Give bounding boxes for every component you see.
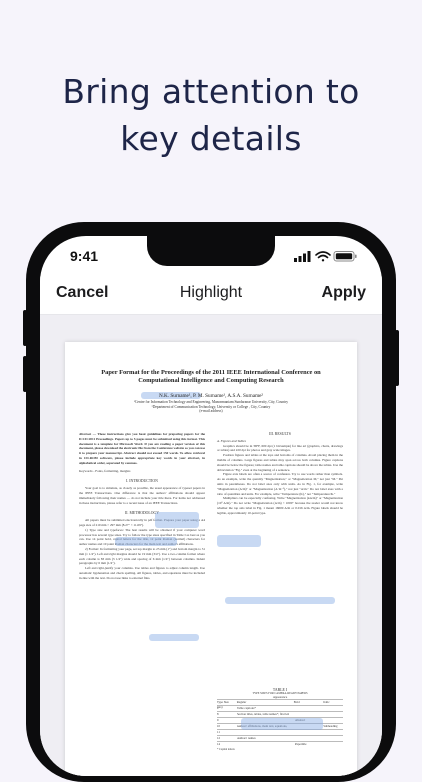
document-viewer[interactable]: Paper Format for the Proceedings of the … bbox=[40, 315, 382, 776]
left-column: Abstract — These instructions give you b… bbox=[79, 432, 205, 581]
abstract: Abstract — These instructions give you b… bbox=[79, 432, 205, 465]
highlight-mark[interactable] bbox=[155, 512, 199, 528]
phone-volume-button bbox=[23, 310, 27, 346]
table-header-cell: Type Size (pts) bbox=[217, 700, 229, 709]
results-text: Figure axis labels are often a source of… bbox=[217, 472, 343, 496]
phone-notch bbox=[147, 236, 275, 266]
results-text: Position figures and tables at the tops … bbox=[217, 453, 343, 472]
table-header-row: Type Size (pts) Regular Bold Italic bbox=[217, 699, 343, 709]
cellular-signal-icon bbox=[294, 251, 311, 262]
method-subsection: Left and right-justify your columns. Use… bbox=[79, 566, 205, 580]
headline-line-2: key details bbox=[120, 119, 302, 158]
results-text: Multipliers can be especially confusing.… bbox=[217, 496, 343, 515]
section-heading: I. INTRODUCTION bbox=[126, 479, 158, 484]
cancel-button[interactable]: Cancel bbox=[56, 284, 108, 302]
keywords: Keywords - Fonts, formatting, margins bbox=[79, 468, 131, 473]
paper-title: Paper Format for the Proceedings of the … bbox=[101, 369, 321, 384]
highlight-mark[interactable] bbox=[115, 537, 177, 546]
highlight-mark[interactable] bbox=[217, 535, 261, 547]
document-page[interactable]: Paper Format for the Proceedings of the … bbox=[65, 342, 357, 776]
status-icons bbox=[294, 249, 358, 262]
paper-affiliations: ¹Centre for Information Technology and E… bbox=[85, 400, 337, 414]
phone-volume-button bbox=[23, 356, 27, 392]
results-text: Graphics should be in TIFF, 600 dpi (1 b… bbox=[217, 443, 343, 453]
battery-icon bbox=[333, 251, 357, 262]
intro-text: Your goal is to simulate, as closely as … bbox=[79, 486, 205, 505]
marketing-headline: Bring attention to key details bbox=[0, 68, 422, 162]
table-header-cell: Regular bbox=[236, 700, 247, 704]
highlight-mark[interactable] bbox=[225, 597, 335, 604]
apply-button[interactable]: Apply bbox=[322, 284, 366, 302]
headline-line-1: Bring attention to bbox=[62, 72, 360, 111]
phone-screen: 9:41 Highlight Cancel Apply Paper Format… bbox=[40, 236, 382, 776]
table-header-cell: Bold bbox=[293, 700, 300, 704]
phone-power-button bbox=[395, 330, 399, 386]
right-column: III. RESULTS A. Figures and Tables Graph… bbox=[217, 432, 343, 516]
section-heading: III. RESULTS bbox=[269, 432, 291, 436]
highlight-mark[interactable] bbox=[149, 634, 199, 641]
navigation-bar: Highlight Cancel Apply bbox=[40, 276, 382, 315]
status-time: 9:41 bbox=[70, 248, 99, 264]
affiliation-email: (e-mail address) bbox=[199, 409, 223, 414]
method-subsection: 2) Format: In formatting your page, set … bbox=[79, 546, 205, 566]
paper-authors: N.K. Surname¹, P. M. Surname¹, A.S.A. Su… bbox=[159, 393, 263, 399]
wifi-icon bbox=[315, 251, 331, 262]
table-row: 14 Papertitle bbox=[217, 741, 343, 747]
table-header-cell: Italic bbox=[323, 700, 330, 704]
highlight-mark[interactable] bbox=[241, 718, 323, 730]
